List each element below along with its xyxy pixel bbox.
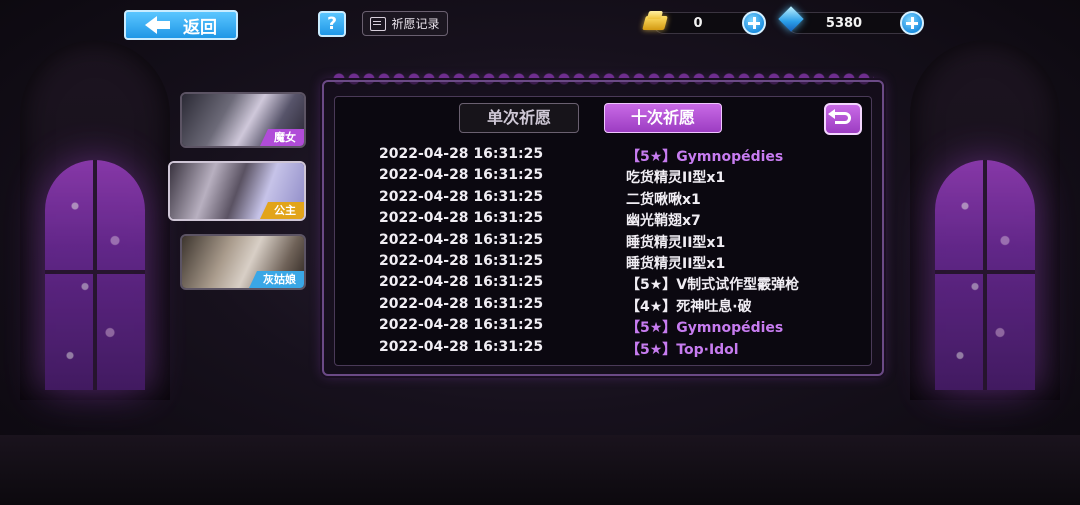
record-item: 【5★】Top·Idol [626, 341, 739, 358]
record-item: 二货啾啾x1 [626, 191, 701, 208]
record-row: 2022-04-28 16:31:25 【5★】Gymnopédies [0, 146, 1080, 167]
record-row: 2022-04-28 16:31:25 【5★】V制式试作型霰弹枪 [0, 274, 1080, 295]
undo-arrow-icon [828, 109, 851, 124]
record-item: 【5★】Gymnopédies [626, 149, 784, 165]
record-time: 2022-04-28 16:31:25 [379, 146, 544, 162]
record-item: 睡货精灵II型x1 [626, 256, 726, 272]
back-arrow-icon [145, 16, 171, 34]
gem-icon [779, 8, 803, 34]
record-time: 2022-04-28 16:31:25 [379, 274, 544, 291]
gem-value: 5380 [825, 15, 863, 31]
record-time: 2022-04-28 16:31:25 [379, 317, 544, 334]
record-scroll-icon [370, 16, 387, 31]
record-time: 2022-04-28 16:31:25 [379, 338, 544, 355]
record-row: 2022-04-28 16:31:25 【5★】Top·Idol [0, 339, 1080, 360]
record-time: 2022-04-28 16:31:25 [379, 167, 544, 184]
record-row: 2022-04-28 16:31:25 睡货精灵II型x1 [0, 253, 1080, 274]
record-item: 【5★】V制式试作型霰弹枪 [626, 277, 800, 294]
tab-single-pray[interactable]: 单次祈愿 [459, 103, 579, 133]
record-time: 2022-04-28 16:31:25 [379, 210, 544, 227]
record-time: 2022-04-28 16:31:25 [379, 231, 544, 248]
record-row: 2022-04-28 16:31:25 幽光鞘翅x7 [0, 210, 1080, 231]
record-item: 【4★】死神吐息·破 [626, 298, 752, 315]
record-item: 【5★】Gymnopédies [626, 320, 784, 337]
record-row: 2022-04-28 16:31:25 【4★】死神吐息·破 [0, 296, 1080, 317]
pray-record-label: 祈愿记录 [391, 17, 440, 31]
back-button-label: 返回 [183, 17, 217, 38]
record-item: 幽光鞘翅x7 [626, 213, 701, 230]
pray-record-button[interactable]: 祈愿记录 [362, 11, 448, 36]
side-tab-witch[interactable]: 魔女 [180, 92, 306, 148]
gacha-history-screen: 返回 ? 祈愿记录 0 5380 魔女 公主 灰姑娘 单次祈愿 十次祈愿 202… [0, 0, 1080, 505]
record-row: 2022-04-28 16:31:25 【5★】Gymnopédies [0, 317, 1080, 338]
back-button[interactable]: 返回 [124, 10, 238, 40]
record-item: 吃货精灵II型x1 [626, 170, 726, 187]
record-row: 2022-04-28 16:31:25 睡货精灵II型x1 [0, 232, 1080, 253]
gem-counter: 5380 [787, 11, 924, 35]
add-gold-ticket-button[interactable] [742, 11, 766, 35]
record-item: 睡货精灵II型x1 [626, 234, 726, 251]
record-time: 2022-04-28 16:31:25 [379, 253, 544, 269]
record-time: 2022-04-28 16:31:25 [379, 188, 544, 205]
gold-ticket-icon [642, 8, 668, 34]
tab-ten-pray[interactable]: 十次祈愿 [604, 103, 722, 133]
add-gem-button[interactable] [900, 11, 924, 35]
record-time: 2022-04-28 16:31:25 [379, 295, 544, 312]
record-row: 2022-04-28 16:31:25 吃货精灵II型x1 [0, 167, 1080, 188]
help-button[interactable]: ? [318, 11, 346, 37]
gold-ticket-counter: 0 [653, 11, 766, 35]
record-row: 2022-04-28 16:31:25 二货啾啾x1 [0, 189, 1080, 210]
return-button[interactable] [824, 103, 862, 135]
floor-decoration [0, 435, 1080, 505]
